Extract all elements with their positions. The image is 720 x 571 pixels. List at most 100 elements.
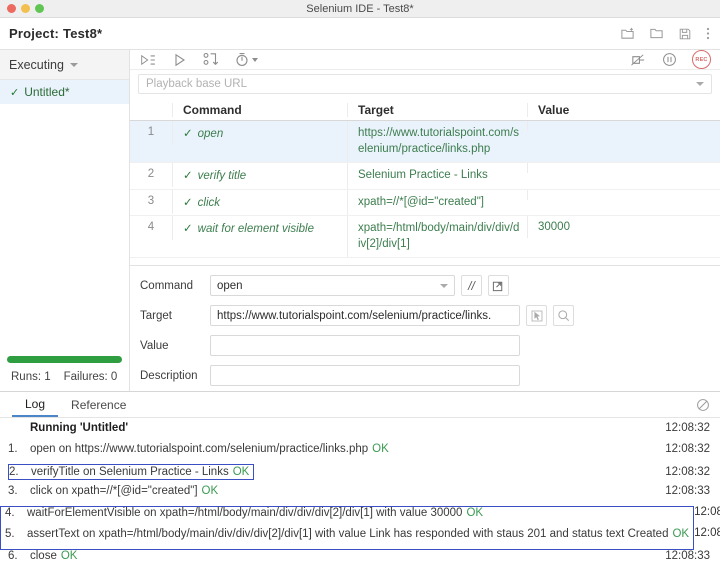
run-progress-container [0, 356, 129, 367]
row-target: xpath=/html/body/main/div/div/div[2]/div… [347, 216, 527, 258]
log-entry: 4. waitForElementVisible on xpath=/html/… [1, 507, 693, 528]
project-actions [620, 26, 710, 41]
row-value [527, 121, 720, 131]
command-input-value: open [217, 279, 243, 292]
select-target-button[interactable] [526, 305, 547, 327]
log-entry-status: OK [60, 550, 78, 562]
row-value [527, 189, 720, 200]
row-command: ✓ open [172, 121, 347, 145]
test-sidebar: Executing ✓ Untitled* Runs: 1 Failures: … [0, 50, 130, 391]
log-tabs: Log Reference [0, 392, 720, 418]
target-input[interactable]: https://www.tutorialspoint.com/selenium/… [210, 305, 520, 327]
command-input[interactable]: open [210, 275, 455, 297]
failures-count: Failures: 0 [63, 371, 118, 383]
check-icon: ✓ [183, 128, 193, 140]
log-entry-text: open on https://www.tutorialspoint.com/s… [30, 443, 369, 455]
log-entry: Running 'Untitled' 12:08:32 [0, 422, 720, 443]
clear-log-icon[interactable] [696, 392, 720, 417]
row-index: 4 [147, 221, 155, 234]
base-url-input[interactable]: Playback base URL [138, 74, 712, 94]
log-entry: 2. verifyTitle on Selenium Practice - Li… [0, 464, 720, 485]
base-url-row: Playback base URL [130, 70, 720, 99]
log-entry-time: 12:08:33 [665, 550, 710, 562]
table-filler [130, 258, 720, 267]
target-input-value: https://www.tutorialspoint.com/selenium/… [217, 309, 492, 322]
log-entry-group: 4. waitForElementVisible on xpath=/html/… [0, 506, 720, 550]
run-progress-bar [7, 356, 122, 363]
chevron-down-icon [69, 62, 78, 67]
log-entry-text: assertText on xpath=/html/body/main/div/… [27, 528, 669, 540]
record-button[interactable]: REC [692, 50, 711, 69]
check-icon: ✓ [183, 223, 193, 236]
log-entry-index: 6. [8, 550, 18, 562]
log-entry-time-wrap: 12:08:33 [694, 527, 720, 548]
row-index: 1 [147, 126, 155, 138]
log-entry-status: OK [672, 528, 690, 540]
log-entry-status: OK [201, 485, 219, 497]
log-entry-index: 5. [5, 528, 15, 540]
page-title: Project: Test8* [9, 26, 102, 41]
chevron-down-icon[interactable] [696, 82, 704, 86]
row-command-label: click [197, 196, 221, 209]
log-entry-status: OK [372, 443, 389, 455]
value-input[interactable] [210, 335, 520, 357]
open-command-reference-button[interactable] [488, 275, 509, 297]
window-title: Selenium IDE - Test8* [306, 2, 414, 15]
log-entry-time: 12:08:32 [665, 443, 710, 455]
chevron-down-icon[interactable] [440, 283, 448, 288]
table-row[interactable]: 4 ✓ wait for element visible xpath=/html/… [130, 216, 720, 259]
open-project-icon[interactable] [649, 26, 664, 41]
log-entry-time: 12:08:32 [665, 466, 710, 478]
log-entry-index: 2. [9, 466, 19, 478]
disable-breakpoints-icon[interactable] [630, 53, 647, 67]
save-project-icon[interactable] [678, 27, 692, 41]
target-field-label: Target [140, 309, 172, 322]
step-over-icon[interactable] [203, 52, 219, 67]
run-all-tests-icon[interactable] [140, 53, 157, 67]
find-target-button[interactable] [553, 305, 574, 327]
log-entry-time: 12:08:33 [665, 485, 710, 497]
row-command: ✓ click [172, 189, 347, 214]
table-row[interactable]: 1 ✓ open https://www.tutorialspoint.com/s… [130, 121, 720, 164]
more-options-icon[interactable] [706, 26, 710, 41]
check-icon: ✓ [10, 86, 20, 99]
log-entry-time: 12:08:32 [665, 422, 710, 434]
row-target: https://www.tutorialspoint.com/selenium/… [347, 121, 527, 163]
sidebar-item-untitled[interactable]: ✓ Untitled* [0, 80, 129, 104]
row-target: Selenium Practice - Links [347, 163, 527, 189]
runs-count: Runs: 1 [11, 371, 51, 383]
log-entry-text: click on xpath=//*[@id="created"] [30, 485, 198, 497]
check-icon: ✓ [183, 196, 193, 209]
log-entry: 5. assertText on xpath=/html/body/main/d… [1, 528, 693, 549]
sidebar-item-label: Untitled* [24, 85, 70, 99]
table-row[interactable]: 2 ✓ verify title Selenium Practice - Link… [130, 163, 720, 190]
check-icon: ✓ [183, 170, 193, 183]
sidebar-mode-selector[interactable]: Executing [0, 50, 129, 80]
row-value: 30000 [527, 216, 720, 239]
chevron-down-icon[interactable] [252, 57, 258, 62]
log-entries: Running 'Untitled' 12:08:32 1. open on h… [0, 418, 720, 562]
log-entry-status: OK [232, 466, 250, 478]
speed-timer-icon[interactable] [235, 52, 258, 67]
tab-log[interactable]: Log [12, 392, 59, 417]
log-entry-highlight: 2. verifyTitle on Selenium Practice - Li… [8, 464, 255, 480]
table-row[interactable]: 3 ✓ click xpath=//*[@id="created"] [130, 189, 720, 217]
row-command-label: verify title [197, 170, 247, 183]
new-project-icon[interactable] [620, 26, 635, 41]
comment-toggle-button[interactable]: // [461, 275, 482, 297]
pause-icon[interactable] [662, 52, 677, 67]
run-current-test-icon[interactable] [173, 53, 187, 67]
log-entry: 6. close OK 12:08:33 [0, 550, 720, 562]
row-index: 3 [147, 194, 155, 207]
row-target: xpath=//*[@id="created"] [347, 189, 527, 216]
log-entry-text: close [30, 550, 57, 562]
column-header-command: Command [172, 102, 347, 117]
description-input[interactable] [210, 365, 520, 387]
log-entry-time-wrap: 12:08:33 [694, 506, 720, 527]
tab-reference[interactable]: Reference [58, 392, 139, 417]
description-field-row: Description [130, 365, 720, 387]
value-field-row: Value [130, 335, 720, 357]
log-entry-time: 12:08:33 [694, 527, 720, 539]
project-name: Test8* [63, 26, 103, 41]
